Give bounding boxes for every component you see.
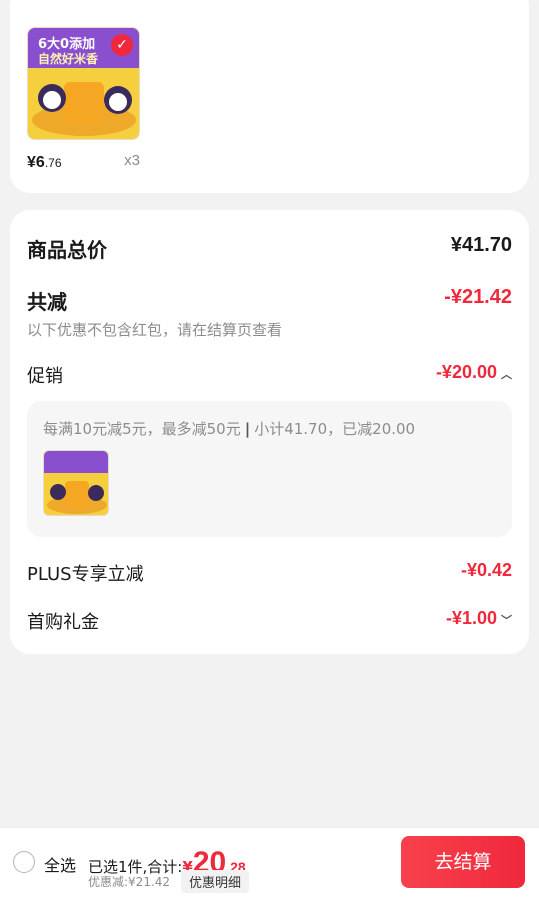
total-price-label: 商品总价 <box>27 238 107 262</box>
chevron-up-icon: ︿ <box>501 369 512 381</box>
checkout-bar: 全选 已选1件,合计:¥20.28 优惠减:¥21.42 优惠明细 去结算 <box>0 827 539 902</box>
item-price: ¥6.76 <box>27 154 62 171</box>
plus-discount-row: PLUS专享立减 -¥0.42 <box>27 560 512 586</box>
promo-label: 促销 <box>27 366 63 387</box>
selected-check-icon[interactable]: ✓ <box>111 34 133 56</box>
first-purchase-value: -¥1.00 <box>445 608 497 628</box>
item-quantity: x3 <box>124 152 140 169</box>
discount-detail-link[interactable]: 优惠明细 <box>181 870 250 893</box>
product-image[interactable]: 6大0添加 自然好米香 ✓ <box>27 27 140 140</box>
reduction-note: 以下优惠不包含红包，请在结算页查看 <box>27 321 283 339</box>
reduction-value: -¥21.42 <box>444 286 512 308</box>
first-purchase-value-wrap[interactable]: -¥1.00 ﹀ <box>446 608 512 629</box>
promo-product-illustration <box>44 451 108 515</box>
total-price-row: 商品总价 ¥41.70 <box>27 234 512 262</box>
first-purchase-row[interactable]: 首购礼金 -¥1.00 ﹀ <box>27 608 512 634</box>
promo-product-image[interactable] <box>43 450 109 516</box>
promo-rule-text: 每满10元减5元，最多减50元 | 小计41.70，已减20.00 <box>43 418 415 439</box>
item-price-row: ¥6.76 x3 <box>27 152 140 172</box>
product-image-subtitle: 自然好米香 <box>38 51 98 66</box>
price-summary-card: 商品总价 ¥41.70 共减 -¥21.42 以下优惠不包含红包，请在结算页查看… <box>10 210 529 654</box>
first-purchase-label: 首购礼金 <box>27 612 99 633</box>
reduction-row: 共减 -¥21.42 <box>27 286 512 314</box>
cart-item-card: 6大0添加 自然好米香 ✓ ¥6.76 x3 <box>10 0 529 193</box>
discount-summary: 优惠减:¥21.42 <box>88 875 171 889</box>
promo-detail-panel: 每满10元减5元，最多减50元 | 小计41.70，已减20.00 <box>27 401 512 537</box>
plus-discount-value: -¥0.42 <box>460 560 512 580</box>
promo-subtotal: 小计41.70，已减20.00 <box>254 420 416 438</box>
promo-value: -¥20.00 <box>435 362 497 382</box>
promo-row[interactable]: 促销 -¥20.00 ︿ <box>27 362 512 388</box>
total-price-value: ¥41.70 <box>450 234 512 256</box>
checkout-button[interactable]: 去结算 <box>401 836 525 888</box>
select-all-radio[interactable] <box>13 851 35 873</box>
chevron-down-icon: ﹀ <box>501 615 512 627</box>
plus-discount-label: PLUS专享立减 <box>27 564 144 585</box>
promo-value-wrap[interactable]: -¥20.00 ︿ <box>436 362 512 383</box>
promo-separator: | <box>244 420 251 438</box>
reduction-label: 共减 <box>27 290 67 314</box>
product-image-title: 6大0添加 <box>38 36 95 52</box>
promo-rule: 每满10元减5元，最多减50元 <box>43 420 241 438</box>
select-all-label[interactable]: 全选 <box>44 852 76 876</box>
